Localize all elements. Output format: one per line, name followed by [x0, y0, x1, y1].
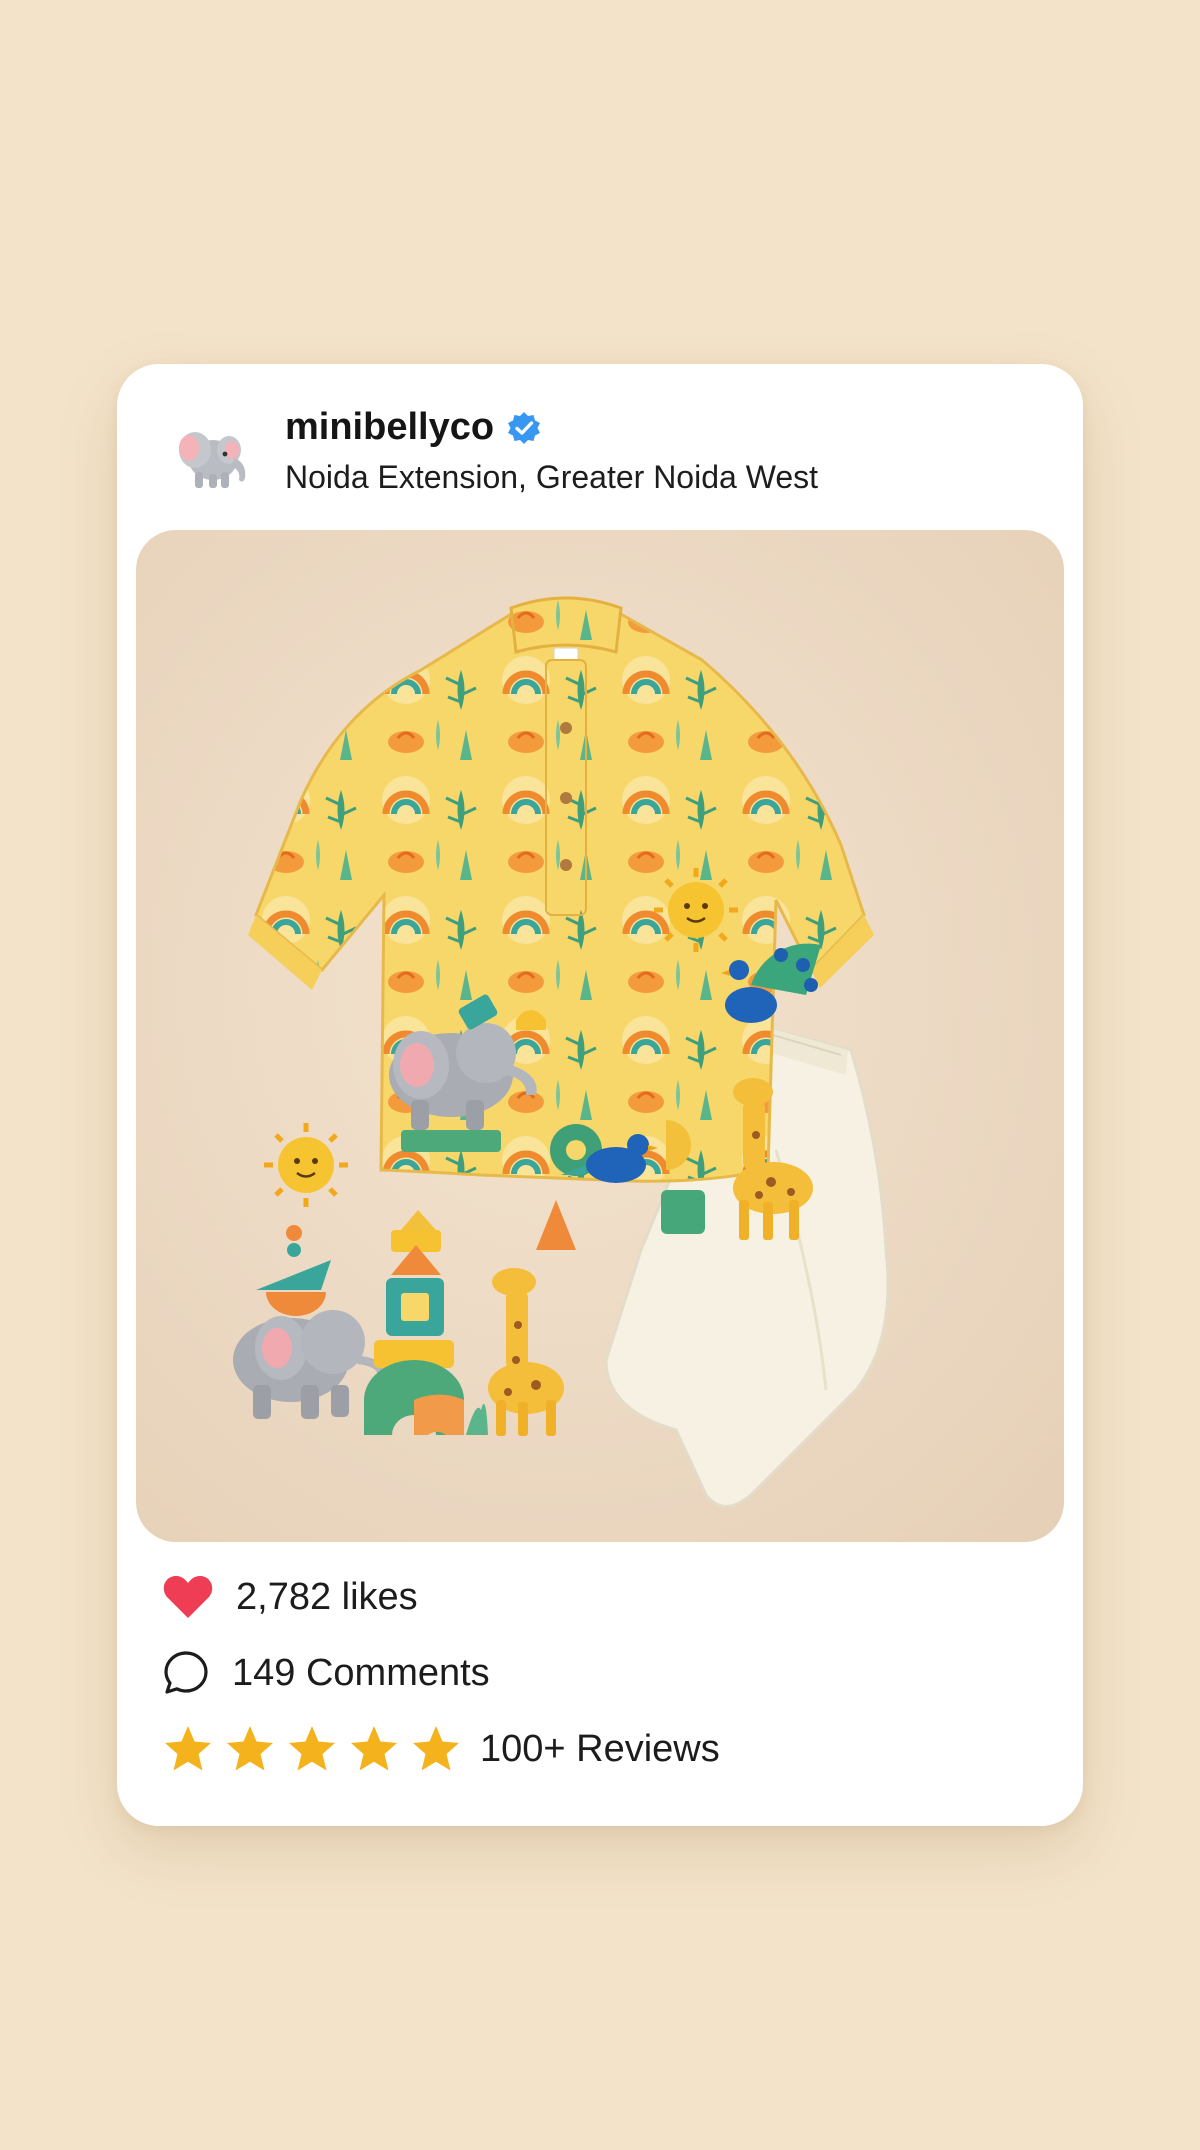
star-rating	[162, 1724, 462, 1774]
star-icon	[227, 1726, 273, 1771]
likes-count: 2,782 likes	[236, 1575, 418, 1618]
comments-row[interactable]: 149 Comments	[162, 1649, 490, 1697]
star-icon	[351, 1726, 397, 1771]
likes-row[interactable]: 2,782 likes	[162, 1574, 418, 1620]
comment-icon[interactable]	[162, 1649, 210, 1697]
star-icon	[165, 1726, 211, 1771]
avatar[interactable]	[165, 412, 255, 502]
post-header: minibellyco Noida Extension, Greater Noi…	[117, 364, 1083, 529]
post-card: minibellyco Noida Extension, Greater Noi…	[117, 364, 1083, 1826]
post-location[interactable]: Noida Extension, Greater Noida West	[285, 459, 818, 496]
reviews-count: 100+ Reviews	[480, 1727, 720, 1770]
post-photo[interactable]	[136, 530, 1064, 1542]
comments-count: 149 Comments	[232, 1651, 490, 1694]
reviews-row[interactable]: 100+ Reviews	[162, 1724, 720, 1774]
username[interactable]: minibellyco	[285, 406, 494, 449]
heart-icon[interactable]	[162, 1574, 214, 1620]
verified-badge-icon	[508, 411, 541, 444]
elephant-avatar-icon	[179, 432, 246, 488]
star-icon	[289, 1726, 335, 1771]
star-icon	[413, 1726, 459, 1771]
kurta-set-product-image	[233, 596, 890, 1508]
